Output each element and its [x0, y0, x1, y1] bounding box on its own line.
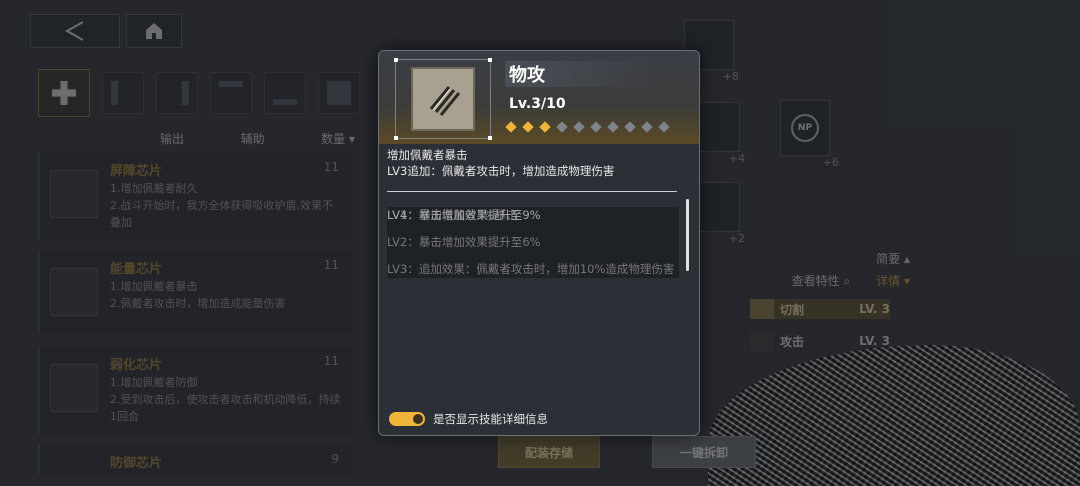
chip-item[interactable]: 防御芯片 9 [38, 444, 353, 474]
details-toggle[interactable]: 详情 ▾ [876, 272, 910, 289]
slot-plus: +2 [728, 232, 745, 245]
slot-plus: +4 [728, 152, 745, 165]
skill-title: 物攻 [509, 65, 545, 86]
level-pip [539, 121, 551, 133]
chip-name: 弱化芯片 [110, 358, 163, 373]
chip-desc-line: 1.增加佩戴者防御 [110, 376, 198, 389]
slot-plus: +6 [822, 156, 839, 169]
back-arrow-icon [64, 21, 84, 41]
stat-row[interactable]: 切割 LV. 3 [750, 299, 890, 319]
chip-count: 11 [323, 160, 339, 174]
skill-description: 增加佩戴者暴击 LV3追加：佩戴者攻击时，增加造成物理伤害 [387, 147, 687, 179]
chip-desc-line: 2.佩戴者攻击时，增加造成能量伤害 [110, 297, 286, 310]
np-node[interactable]: NP +6 [780, 100, 839, 169]
chip-desc-line: 2.战斗开始时，我方全体获得吸收护盾,效果不叠加 [110, 199, 333, 229]
level-pip [556, 121, 568, 133]
chip-desc-line: 2.受到攻击后，使攻击者攻击和机动降低，持续1回合 [110, 393, 341, 423]
chip-count: 11 [323, 354, 339, 368]
stat-label: 切割 [780, 302, 805, 317]
scrollbar[interactable] [686, 199, 689, 271]
stat-label: 攻击 [780, 334, 805, 349]
detail-toggle[interactable] [389, 412, 425, 426]
level-entry: LV3：追加效果：佩戴者攻击时，增加10%造成物理伤害 [387, 262, 675, 276]
weaken-chip-icon [50, 364, 98, 412]
filter-frame-icon[interactable] [318, 72, 360, 114]
chip-name: 能量芯片 [110, 262, 163, 277]
skill-level: Lv.3/10 [509, 96, 566, 112]
chip-item[interactable]: 屏障芯片 11 1.增加佩戴者耐久 2.战斗开始时，我方全体获得吸收护盾,效果不叠… [38, 152, 353, 240]
chip-count: 11 [323, 258, 339, 272]
stat-level: LV. 3 [859, 302, 890, 316]
filter-all-icon[interactable] [38, 69, 90, 117]
chip-desc-line: 1.增加佩戴者耐久 [110, 182, 198, 195]
sort-bar: 输出 辅助 数量 ▾ [160, 130, 355, 147]
chip-name: 防御芯片 [110, 456, 163, 471]
level-entry: LV2：暴击增加效果提升至6% [387, 235, 541, 249]
level-list[interactable]: LV1：增加佩戴者3%暴击 LV2：暴击增加效果提升至6% LV3：追加效果：佩… [387, 197, 679, 278]
np-icon: NP [791, 114, 819, 142]
stat-level: LV. 3 [859, 334, 890, 348]
summary-toggle[interactable]: 简要 ▴ [700, 250, 910, 266]
filter-bottom-icon[interactable] [264, 72, 306, 114]
divider [387, 191, 677, 192]
skill-tooltip: 物攻 Lv.3/10 增加佩戴者暴击 LV3追加：佩戴者攻击时，增加造成物理伤害… [378, 50, 700, 436]
sort-count[interactable]: 数量 ▾ [321, 130, 355, 147]
filter-right-icon[interactable] [156, 72, 198, 114]
shield-chip-icon [50, 170, 98, 218]
level-pip [573, 121, 585, 133]
stat-icon [750, 299, 774, 319]
stat-icon [750, 331, 774, 351]
chip-item[interactable]: 能量芯片 11 1.增加佩戴者暴击 2.佩戴者攻击时，增加造成能量伤害 [38, 250, 353, 334]
level-pip [522, 121, 534, 133]
back-button[interactable] [30, 14, 120, 48]
level-entry: LV1：增加佩戴者3%暴击 [387, 208, 518, 222]
skill-frame [394, 58, 492, 140]
level-pip [624, 121, 636, 133]
level-pip [607, 121, 619, 133]
detail-toggle-label: 是否显示技能详细信息 [433, 412, 548, 426]
sort-support[interactable]: 辅助 [241, 130, 265, 147]
filter-top-icon[interactable] [210, 72, 252, 114]
desc-line: LV3追加：佩戴者攻击时，增加造成物理伤害 [387, 164, 615, 178]
desc-line: 增加佩戴者暴击 [387, 148, 468, 162]
chip-name: 屏障芯片 [110, 164, 163, 179]
sort-output[interactable]: 输出 [160, 130, 184, 147]
level-pip [641, 121, 653, 133]
slot-plus: +8 [722, 70, 739, 83]
view-traits-link[interactable]: 查看特性 ⌕ [792, 272, 851, 289]
skill-header: 物攻 Lv.3/10 [379, 51, 699, 144]
home-icon [146, 23, 162, 39]
level-pip [658, 121, 670, 133]
noise-overlay [708, 345, 1080, 486]
save-loadout-button[interactable]: 配装存储 [498, 436, 600, 468]
chip-item[interactable]: 弱化芯片 11 1.增加佩戴者防御 2.受到攻击后，使攻击者攻击和机动降低，持续1… [38, 346, 353, 434]
filter-left-icon[interactable] [102, 72, 144, 114]
home-button[interactable] [126, 14, 182, 48]
chip-count: 9 [331, 452, 339, 466]
claw-slash-icon [411, 67, 475, 131]
magnify-icon: ⌕ [843, 274, 851, 288]
remove-all-button[interactable]: 一键拆卸 [652, 436, 756, 468]
traits-row: 查看特性 ⌕ 详情 ▾ [700, 272, 910, 289]
level-pip [590, 121, 602, 133]
level-pip [505, 121, 517, 133]
filter-tabs [38, 69, 360, 117]
energy-chip-icon [50, 268, 98, 316]
detail-toggle-row: 是否显示技能详细信息 [389, 411, 548, 427]
level-pips [505, 121, 672, 133]
chip-desc-line: 1.增加佩戴者暴击 [110, 280, 198, 293]
